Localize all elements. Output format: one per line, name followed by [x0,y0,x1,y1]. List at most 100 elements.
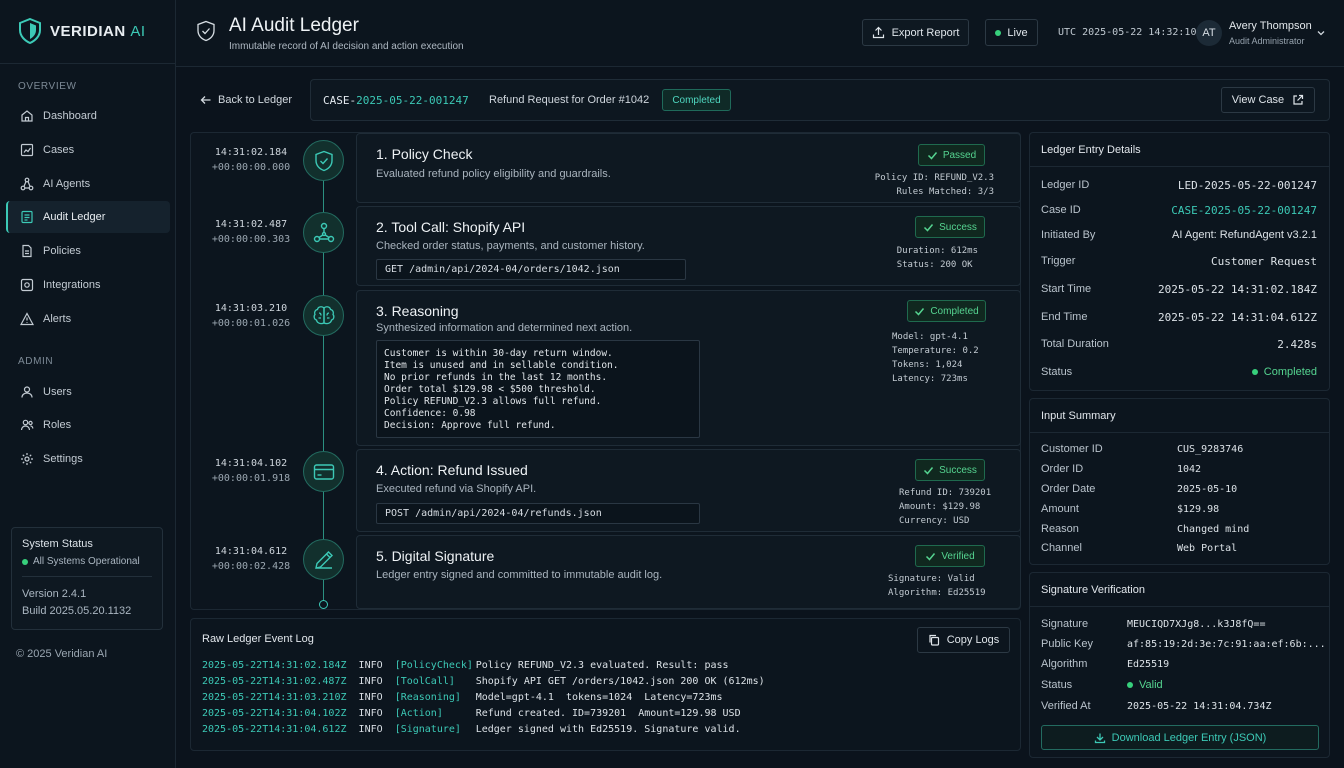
export-report-button[interactable]: Export Report [862,19,969,46]
reasoning-output: Customer is within 30-day return window.… [376,340,700,438]
sidebar-item-roles[interactable]: Roles [6,409,170,441]
status-dot-icon [1127,682,1133,688]
step-meta: Model: gpt-4.1 Temperature: 0.2 Tokens: 1,… [892,330,979,386]
sidebar-item-label: Cases [43,144,75,156]
check-icon [914,306,925,317]
verified-at-value: 2025-05-22 14:31:04.734Z [1127,701,1272,712]
status-badge-label: Completed [930,305,979,317]
status-badge-label: Passed [942,149,977,161]
sidebar-item-alerts[interactable]: Alerts [6,303,170,335]
step-tool-call[interactable]: 2. Tool Call: Shopify API Checked order … [356,206,1021,286]
user-name[interactable]: Avery Thompson [1229,20,1312,32]
log-timestamp: 2025-05-22T14:31:04.612Z [202,724,347,735]
meta-line: Signature: Valid [888,574,975,584]
back-to-ledger-label: Back to Ledger [218,94,292,106]
sidebar-item-settings[interactable]: Settings [6,443,170,475]
status-badge-label: Success [939,221,977,233]
live-indicator[interactable]: Live [985,19,1038,46]
step-title: 3. Reasoning [376,303,459,319]
log-source: [PolicyCheck] [394,660,473,671]
sidebar-item-label: Dashboard [43,110,97,122]
sidebar-item-cases[interactable]: Cases [6,134,170,166]
case-id-value: 2025-05-22-001247 [356,94,469,107]
back-to-ledger-link[interactable]: Back to Ledger [200,94,292,106]
sidebar-item-dashboard[interactable]: Dashboard [6,100,170,132]
step-time: 14:31:04.102 [214,458,288,469]
meta-line: Algorithm: Ed25519 [888,588,986,598]
log-level: INFO [358,708,383,719]
status-badge: Success [915,216,985,238]
section-label-overview: OVERVIEW [18,81,77,92]
detail-key: Initiated By [1041,229,1096,241]
utc-clock: UTC 2025-05-22 14:32:10Z [1058,27,1203,38]
detail-key: Ledger ID [1041,179,1090,191]
step-digital-signature[interactable]: 5. Digital Signature Ledger entry signed… [356,535,1021,609]
step-action-refund[interactable]: 4. Action: Refund Issued Executed refund… [356,449,1021,532]
ledger-entry-details-panel: Ledger Entry Details Ledger ID LED-2025-… [1029,132,1330,391]
log-level: INFO [358,724,383,735]
ledger-id-value: LED-2025-05-22-001247 [1177,179,1317,192]
meta-line: Model: gpt-4.1 [892,332,968,342]
public-key-value: af:85:19:2d:3e:7c:91:aa:ef:6b:... [1127,639,1326,650]
status-badge: Completed [907,300,986,322]
check-icon [925,551,936,562]
copy-logs-button[interactable]: Copy Logs [917,627,1010,653]
step-time: 14:31:02.487 [214,219,288,230]
case-id[interactable]: CASE-2025-05-22-001247 [323,94,469,107]
case-id-prefix: CASE- [323,94,357,107]
upload-icon [872,26,885,39]
step-reasoning[interactable]: 3. Reasoning Synthesized information and… [356,290,1021,446]
log-title: Raw Ledger Event Log [202,633,314,645]
brand-logo[interactable]: VERIDIAN AI [18,18,146,44]
case-id-link[interactable]: CASE-2025-05-22-001247 [1171,204,1317,217]
shield-check-icon [303,140,344,181]
export-report-label: Export Report [891,26,960,39]
customer-id-value: CUS_9283746 [1177,444,1244,455]
sidebar-item-users[interactable]: Users [6,376,170,408]
log-timestamp: 2025-05-22T14:31:02.487Z [202,676,347,687]
step-timestamp: 14:31:03.210 +00:00:01.026 [191,301,311,331]
case-summary-bar: CASE-2025-05-22-001247 Refund Request fo… [310,79,1330,121]
pen-icon [303,539,344,580]
execution-timeline: 14:31:02.184 +00:00:00.000 1. Policy Chec… [190,132,1021,610]
step-description: Ledger entry signed and committed to imm… [376,569,663,581]
step-description: Checked order status, payments, and cust… [376,240,645,252]
step-timestamp: 14:31:04.612 +00:00:02.428 [191,544,311,574]
sidebar-item-policies[interactable]: Policies [6,235,170,267]
reason-value: Changed mind [1177,524,1250,535]
step-policy-check[interactable]: 1. Policy Check Evaluated refund policy … [356,133,1021,203]
panel-title: Input Summary [1041,410,1116,422]
copyright: © 2025 Veridian AI [16,648,108,660]
order-date-value: 2025-05-10 [1177,484,1238,495]
sidebar-item-label: Policies [43,245,81,257]
start-time-value: 2025-05-22 14:31:02.184Z [1158,283,1317,296]
log-timestamp: 2025-05-22T14:31:02.184Z [202,660,347,671]
log-source: [Action] [394,708,443,719]
view-case-button[interactable]: View Case [1221,87,1315,113]
input-key: Customer ID [1041,443,1103,455]
meta-line: Latency: 723ms [892,374,968,384]
avatar[interactable]: AT [1196,20,1222,46]
copy-logs-label: Copy Logs [946,634,1000,646]
status-text: Completed [1263,366,1317,378]
check-icon [923,222,934,233]
chart-icon [20,143,34,157]
input-key: Channel [1041,542,1082,554]
panel-title: Ledger Entry Details [1041,144,1141,156]
log-timestamp: 2025-05-22T14:31:03.210Z [202,692,347,703]
sidebar-item-integrations[interactable]: Integrations [6,269,170,301]
alert-icon [20,312,34,326]
detail-key: Status [1041,366,1073,378]
api-endpoint-code[interactable]: POST /admin/api/2024-04/refunds.json [376,503,700,524]
status-badge: Verified [915,545,985,567]
download-ledger-entry-button[interactable]: Download Ledger Entry (JSON) [1041,725,1319,750]
api-endpoint-code[interactable]: GET /admin/api/2024-04/orders/1042.json [376,259,686,280]
sidebar-item-audit-ledger[interactable]: Audit Ledger [6,201,170,233]
chevron-down-icon[interactable] [1316,28,1326,38]
build-text: Build 2025.05.20.1132 [22,605,132,617]
sidebar-item-ai-agents[interactable]: AI Agents [6,168,170,200]
divider [22,576,152,577]
log-source: [Reasoning] [394,692,461,703]
network-icon [303,212,344,253]
step-meta: Signature: Valid Algorithm: Ed25519 [888,572,986,600]
